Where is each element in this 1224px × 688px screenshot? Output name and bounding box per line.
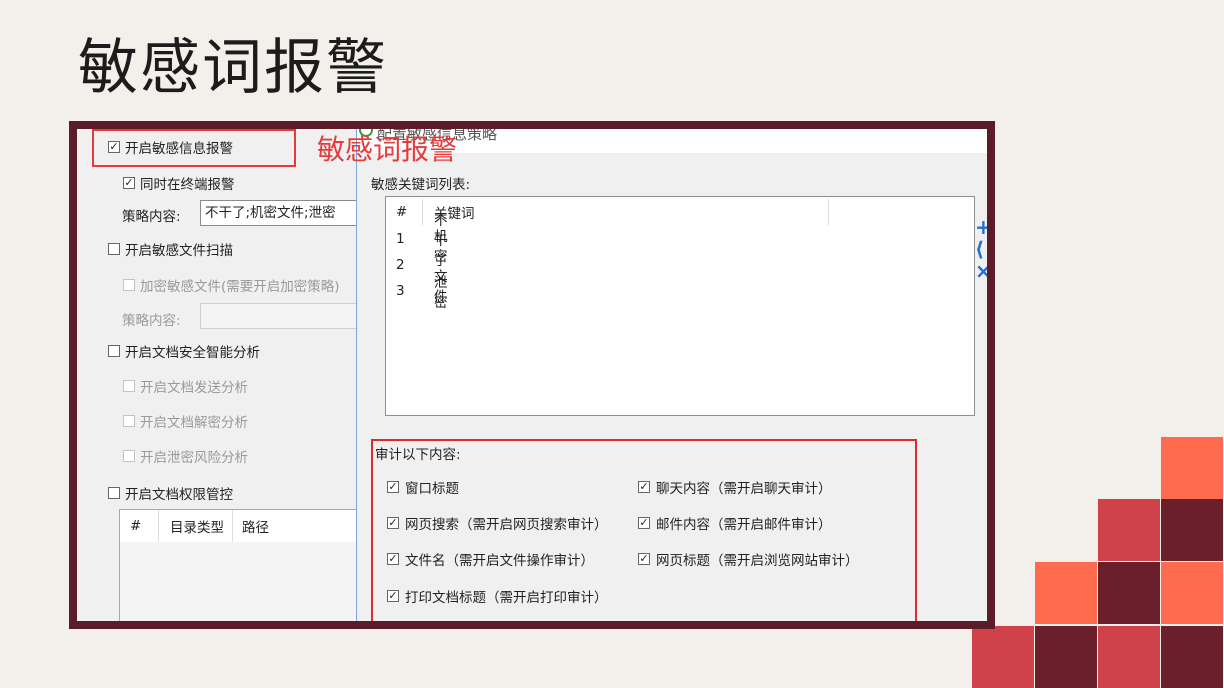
decor-square xyxy=(1161,499,1223,561)
checkbox-unchecked-icon xyxy=(108,345,120,357)
keyword-index: 3 xyxy=(396,283,405,299)
checkbox-checked-icon: ✓ xyxy=(123,176,135,189)
enable-sensitive-file-scan-checkbox[interactable]: 开启敏感文件扫描 xyxy=(108,239,233,259)
annotation-label: 敏感词报警 xyxy=(317,133,458,166)
checkbox-checked-icon: ✓ xyxy=(638,516,650,529)
enable-doc-permission-checkbox[interactable]: 开启文档权限管控 xyxy=(108,483,233,503)
column-header: 路径 xyxy=(242,520,269,536)
audit-web-search-checkbox[interactable]: ✓ 网页搜索（需开启网页搜索审计） xyxy=(387,513,608,533)
checkbox-label: 打印文档标题（需开启打印审计） xyxy=(405,590,608,606)
checkbox-checked-icon: ✓ xyxy=(638,552,650,565)
add-remove-icons[interactable]: + ⟨ × xyxy=(975,216,987,282)
terminal-alarm-checkbox[interactable]: ✓ 同时在终端报警 xyxy=(123,173,235,193)
permission-table[interactable]: # 目录类型 路径 xyxy=(119,509,359,621)
checkbox-checked-icon: ✓ xyxy=(387,516,399,529)
policy-content-input-2[interactable] xyxy=(200,303,360,329)
audit-chat-content-checkbox[interactable]: ✓ 聊天内容（需开启聊天审计） xyxy=(638,477,832,497)
checkbox-label: 开启文档解密分析 xyxy=(140,415,248,431)
audit-content-group: 审计以下内容: ✓ 窗口标题 ✓ 聊天内容（需开启聊天审计） ✓ 网页搜索（需开… xyxy=(371,439,917,621)
column-divider xyxy=(232,510,233,542)
audit-web-title-checkbox[interactable]: ✓ 网页标题（需开启浏览网站审计） xyxy=(638,549,859,569)
keyword-list-label: 敏感关键词列表: xyxy=(371,177,471,193)
enable-sensitive-info-alarm-checkbox[interactable]: ✓ 开启敏感信息报警 xyxy=(108,137,233,157)
policy-content-label-2: 策略内容: xyxy=(122,313,181,329)
encrypt-sensitive-file-checkbox[interactable]: 加密敏感文件(需要开启加密策略) xyxy=(123,275,340,295)
checkbox-label: 加密敏感文件(需要开启加密策略) xyxy=(140,279,340,295)
checkbox-label: 同时在终端报警 xyxy=(140,177,235,193)
checkbox-label: 邮件内容（需开启邮件审计） xyxy=(656,517,832,533)
column-divider xyxy=(158,510,159,542)
permission-table-header: # 目录类型 路径 xyxy=(120,510,358,542)
checkbox-label: 开启文档发送分析 xyxy=(140,380,248,396)
audit-print-title-checkbox[interactable]: ✓ 打印文档标题（需开启打印审计） xyxy=(387,586,608,606)
enable-doc-security-analysis-checkbox[interactable]: 开启文档安全智能分析 xyxy=(108,341,260,361)
keyword-text: 泄密 xyxy=(434,275,448,311)
column-divider xyxy=(422,199,423,225)
decor-square xyxy=(1098,626,1160,688)
keyword-list-header: # 关键词 xyxy=(386,197,974,227)
checkbox-label: 开启敏感文件扫描 xyxy=(125,243,233,259)
slide-title: 敏感词报警 xyxy=(78,33,388,103)
doc-decrypt-analysis-checkbox[interactable]: 开启文档解密分析 xyxy=(123,411,248,431)
checkbox-unchecked-icon xyxy=(123,279,135,291)
keyword-index: 1 xyxy=(396,231,405,247)
checkbox-unchecked-icon xyxy=(123,450,135,462)
policy-content-input[interactable]: 不干了;机密文件;泄密 xyxy=(200,200,360,226)
dialog-body: 敏感关键词列表: # 关键词 1 不干了 2 机密文件 3 泄密 + ⟨ × 审… xyxy=(357,153,987,621)
audit-label: 审计以下内容: xyxy=(375,447,461,463)
column-header: # xyxy=(130,518,142,534)
checkbox-label: 聊天内容（需开启聊天审计） xyxy=(656,481,832,497)
sensitive-policy-dialog: 配置敏感信息策略 敏感关键词列表: # 关键词 1 不干了 2 机密文件 3 泄… xyxy=(356,129,987,621)
checkbox-label: 网页搜索（需开启网页搜索审计） xyxy=(405,517,608,533)
checkbox-label: 网页标题（需开启浏览网站审计） xyxy=(656,553,859,569)
checkbox-checked-icon: ✓ xyxy=(387,552,399,565)
column-header: # xyxy=(396,204,408,220)
policy-content-label: 策略内容: xyxy=(122,209,181,225)
checkbox-unchecked-icon xyxy=(123,415,135,427)
embedded-screenshot: ✓ 开启敏感信息报警 ✓ 同时在终端报警 策略内容: 不干了;机密文件;泄密 开… xyxy=(77,129,987,621)
audit-file-name-checkbox[interactable]: ✓ 文件名（需开启文件操作审计） xyxy=(387,549,594,569)
decor-square xyxy=(972,626,1034,688)
checkbox-label: 窗口标题 xyxy=(405,481,459,497)
column-header: 目录类型 xyxy=(170,520,224,536)
checkbox-label: 开启文档权限管控 xyxy=(125,487,233,503)
audit-window-title-checkbox[interactable]: ✓ 窗口标题 xyxy=(387,477,459,497)
checkbox-checked-icon: ✓ xyxy=(387,589,399,602)
decor-square xyxy=(1161,437,1223,499)
doc-send-analysis-checkbox[interactable]: 开启文档发送分析 xyxy=(123,376,248,396)
decor-square xyxy=(1035,562,1097,624)
decor-square xyxy=(1098,562,1160,624)
checkbox-checked-icon: ✓ xyxy=(638,480,650,493)
checkbox-label: 开启文档安全智能分析 xyxy=(125,345,260,361)
checkbox-label: 开启泄密风险分析 xyxy=(140,450,248,466)
policy-settings-panel: ✓ 开启敏感信息报警 ✓ 同时在终端报警 策略内容: 不干了;机密文件;泄密 开… xyxy=(77,129,360,621)
column-divider xyxy=(828,199,829,225)
checkbox-label: 开启敏感信息报警 xyxy=(125,141,233,157)
decor-square xyxy=(1161,626,1223,688)
audit-email-content-checkbox[interactable]: ✓ 邮件内容（需开启邮件审计） xyxy=(638,513,832,533)
decor-square xyxy=(1035,626,1097,688)
leak-risk-analysis-checkbox[interactable]: 开启泄密风险分析 xyxy=(123,446,248,466)
checkbox-unchecked-icon xyxy=(108,487,120,499)
checkbox-checked-icon: ✓ xyxy=(108,140,120,153)
decor-square xyxy=(1161,562,1223,624)
keyword-list[interactable]: # 关键词 1 不干了 2 机密文件 3 泄密 xyxy=(385,196,975,416)
checkbox-checked-icon: ✓ xyxy=(387,480,399,493)
keyword-index: 2 xyxy=(396,257,405,273)
checkbox-unchecked-icon xyxy=(123,380,135,392)
checkbox-label: 文件名（需开启文件操作审计） xyxy=(405,553,594,569)
decor-square xyxy=(1098,499,1160,561)
checkbox-unchecked-icon xyxy=(108,243,120,255)
